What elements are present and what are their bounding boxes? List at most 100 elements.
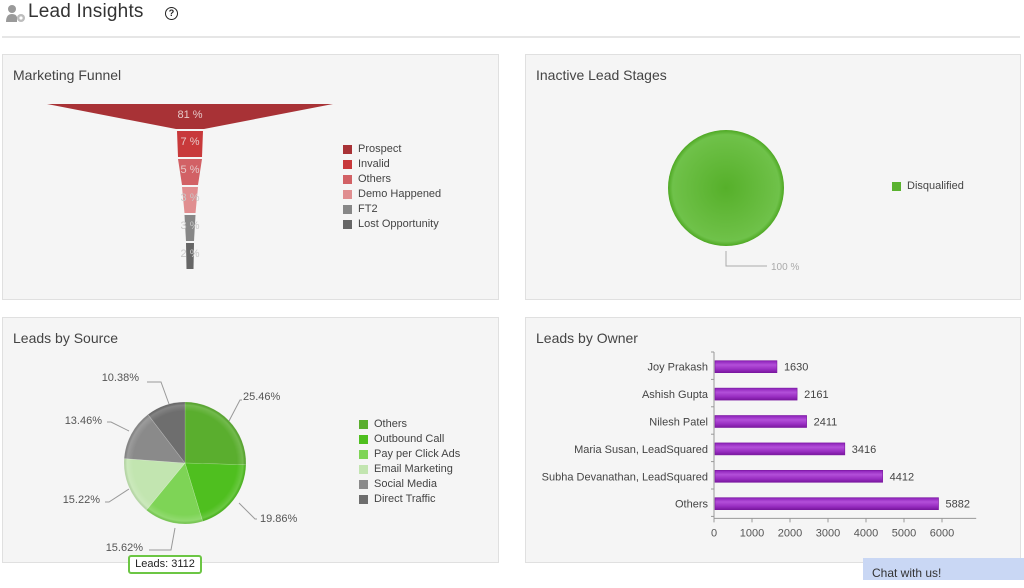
pie-data-label: 15.22% [63,494,101,506]
legend-label: Disqualified [907,180,964,192]
label-connector [228,399,242,422]
x-tick-label: 3000 [816,527,840,539]
legend-item-demo-happened[interactable]: Demo Happened [343,187,441,202]
pie-slice-others[interactable] [184,401,247,466]
y-tick-label: Subha Devanathan, LeadSquared [542,471,708,483]
y-tick-label: Ashish Gupta [642,389,709,401]
legend-item-pay-per-click-ads[interactable]: Pay per Click Ads [359,447,460,462]
legend-label: Pay per Click Ads [374,448,461,460]
legend-item-social-media[interactable]: Social Media [359,477,460,492]
bar-maria-susan-leadsquared[interactable] [714,442,846,456]
label-connector [725,251,767,267]
funnel-legend: Prospect Invalid Others Demo Happened FT2 Los… [343,142,441,232]
legend-swatch [343,220,352,229]
x-tick-label: 2000 [778,527,802,539]
funnel-data-label: 3 % [181,192,200,204]
x-tick-label: 5000 [892,527,916,539]
bar-data-label: 1630 [784,362,808,374]
label-connector [238,502,257,520]
legend-item-direct-traffic[interactable]: Direct Traffic [359,492,460,507]
y-tick-label: Maria Susan, LeadSquared [574,444,708,456]
bar-subha-devanathan-leadsquared[interactable] [714,470,883,483]
legend-label: Direct Traffic [374,493,436,505]
pie-data-label: 19.86% [260,513,298,525]
legend-label: Outbound Call [374,433,445,445]
funnel-data-label: 5 % [181,164,200,176]
page-header: Lead Insights ? [0,0,1024,36]
legend-swatch [359,420,368,429]
pie-slice-disqualified[interactable] [668,130,784,246]
legend-swatch [359,465,368,474]
inactive-lead-stages-panel: Inactive Lead Stages 100 % Disqualified [525,54,1021,300]
y-tick-label: Others [675,499,709,511]
legend-item-others[interactable]: Others [359,417,460,432]
legend-swatch [343,160,352,169]
x-tick-label: 1000 [740,527,764,539]
legend-swatch [359,450,368,459]
legend-item-email-marketing[interactable]: Email Marketing [359,462,460,477]
funnel-data-label: 81 % [177,109,202,121]
help-icon[interactable]: ? [165,7,178,20]
chat-with-us-button[interactable]: Chat with us! [863,558,1024,580]
label-connector [147,381,170,405]
funnel-data-label: 7 % [181,136,200,148]
pie-data-label: 100 % [771,262,799,273]
bar-data-label: 2411 [814,417,838,429]
legend-item-others[interactable]: Others [343,172,441,187]
legend-swatch [359,480,368,489]
x-tick-label: 0 [711,527,717,539]
page-title: Lead Insights [28,1,144,22]
marketing-funnel-panel: Marketing Funnel 81 % 7 % 5 % 3 % 3 % 2 % Pro… [2,54,499,300]
legend-swatch [343,145,352,154]
y-tick-label: Joy Prakash [647,362,708,374]
legend-label: Email Marketing [374,463,453,475]
legend-swatch [343,205,352,214]
legend-item-ft2[interactable]: FT2 [343,202,441,217]
leads-by-owner-panel: Leads by Owner 0 1000 2000 3000 4000 5000 6000… [525,317,1021,563]
pie-data-label: 13.46% [65,415,103,427]
bar-others[interactable] [714,497,939,510]
legend-label: Social Media [374,478,437,490]
label-connector [105,488,130,503]
legend-label: Invalid [358,158,390,170]
inactive-legend: Disqualified [892,179,964,194]
legend-swatch [343,190,352,199]
bar-data-label: 5882 [946,499,970,511]
lead-insights-icon [6,5,25,22]
legend-item-lost-opportunity[interactable]: Lost Opportunity [343,217,441,232]
inactive-pie-chart: 100 % [668,130,799,273]
bar-ashish-gupta[interactable] [714,387,798,401]
pie-data-label: 10.38% [102,372,140,384]
legend-item-invalid[interactable]: Invalid [343,157,441,172]
funnel-data-label: 2 % [181,248,200,260]
bar-data-label: 4412 [890,471,914,483]
legend-item-disqualified[interactable]: Disqualified [892,179,964,194]
legend-label: Demo Happened [358,188,442,200]
legend-label: FT2 [358,203,378,215]
legend-label: Others [374,418,408,430]
legend-label: Lost Opportunity [358,218,439,230]
bar-joy-prakash[interactable] [714,360,778,374]
legend-item-outbound-call[interactable]: Outbound Call [359,432,460,447]
leads-by-source-panel: Leads by Source 25.46% 19.86% 15.62% 15.22%… [2,317,499,563]
header-divider [2,36,1020,38]
legend-label: Others [358,173,392,185]
owner-bar-chart: 0 1000 2000 3000 4000 5000 6000 Joy Prakash 1630… [542,351,977,539]
chart-tooltip: Leads: 3112 [128,555,202,574]
bar-nilesh-patel[interactable] [714,415,807,428]
legend-label: Prospect [358,143,402,155]
legend-swatch [359,495,368,504]
legend-swatch [892,182,901,191]
label-connector [107,421,130,432]
y-tick-label: Nilesh Patel [649,417,708,429]
pie-data-label: 25.46% [243,391,281,403]
legend-item-prospect[interactable]: Prospect [343,142,441,157]
source-legend: Others Outbound Call Pay per Click Ads Emai… [359,417,460,507]
x-tick-label: 4000 [854,527,878,539]
bar-data-label: 3416 [852,444,876,456]
x-tick-label: 6000 [930,527,954,539]
pie-data-label: 15.62% [106,542,144,554]
bar-data-label: 2161 [804,389,828,401]
legend-swatch [359,435,368,444]
label-connector [149,527,176,551]
